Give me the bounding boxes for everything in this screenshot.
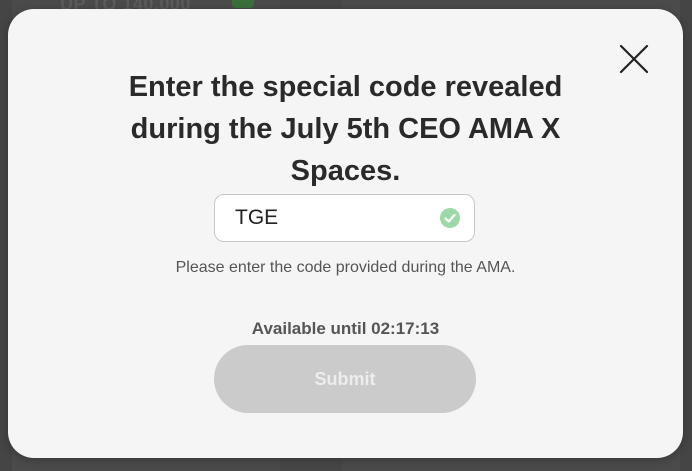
close-icon <box>619 44 649 74</box>
close-button[interactable] <box>618 43 650 75</box>
helper-text: Please enter the code provided during th… <box>175 259 516 276</box>
modal-title: Enter the special code revealed during t… <box>128 71 563 187</box>
code-input[interactable] <box>235 195 435 241</box>
code-modal: Enter the special code revealed during t… <box>8 9 683 458</box>
check-circle-icon <box>440 208 460 228</box>
background-badge <box>232 0 254 8</box>
code-field[interactable] <box>214 194 475 242</box>
submit-button[interactable]: Submit <box>214 345 476 413</box>
availability-text: Available until 02:17:13 <box>251 319 440 338</box>
